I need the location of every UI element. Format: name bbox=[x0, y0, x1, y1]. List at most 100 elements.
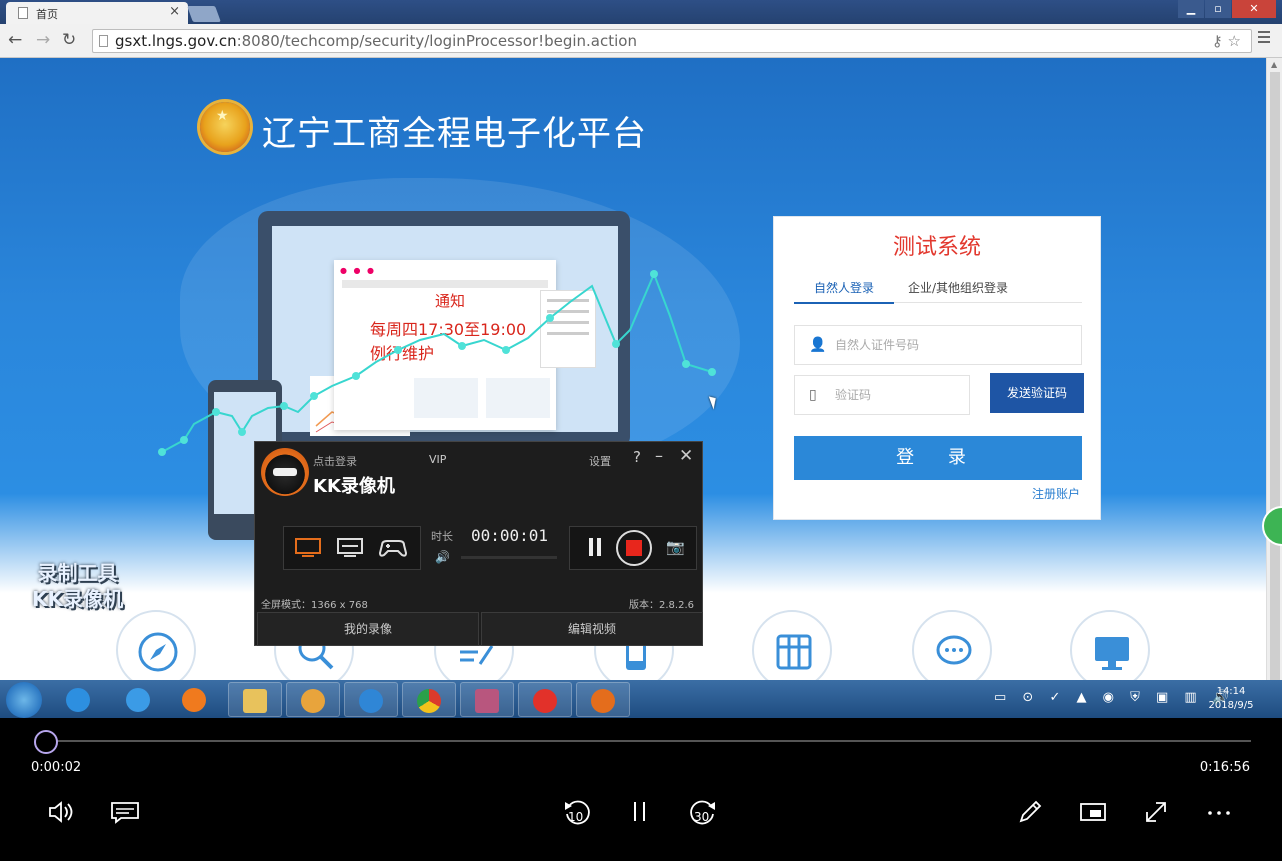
file-explorer-taskbar-icon[interactable] bbox=[228, 682, 282, 717]
start-button[interactable] bbox=[6, 682, 42, 718]
kk-mode-info: 全屏模式：1366 x 768 bbox=[261, 600, 368, 611]
site-title: 辽宁工商全程电子化平台 bbox=[262, 114, 647, 154]
verification-code-input[interactable]: ▯ 验证码 bbox=[794, 375, 970, 415]
bookmark-star-icon[interactable]: ⚷ ☆ bbox=[1212, 30, 1241, 52]
mini-view-icon[interactable] bbox=[1075, 794, 1111, 830]
more-options-icon[interactable] bbox=[1201, 794, 1237, 830]
tab-close-icon[interactable]: × bbox=[169, 4, 180, 19]
kk-login-link[interactable]: 点击登录 bbox=[313, 453, 357, 469]
register-link[interactable]: 注册账户 bbox=[1032, 485, 1080, 502]
page-scrollbar[interactable]: ▲ bbox=[1266, 58, 1282, 682]
archive-taskbar-icon[interactable] bbox=[460, 682, 514, 717]
seek-thumb[interactable] bbox=[34, 730, 58, 754]
ie-taskbar-icon[interactable] bbox=[344, 682, 398, 717]
table-service-icon[interactable] bbox=[752, 610, 832, 680]
subtitles-icon[interactable] bbox=[107, 794, 143, 830]
skip-back-label: 10 bbox=[568, 810, 584, 824]
media-player-taskbar-icon[interactable] bbox=[168, 682, 222, 717]
forward-icon[interactable]: → bbox=[36, 30, 50, 50]
verification-code-placeholder: 验证码 bbox=[835, 388, 872, 402]
chat-service-icon[interactable] bbox=[912, 610, 992, 680]
back-icon[interactable]: ← bbox=[8, 30, 22, 50]
chrome-taskbar-icon[interactable] bbox=[402, 682, 456, 717]
kk-app-name: KK录像机 bbox=[313, 476, 395, 497]
browser-toolbar: ← → ↻ gsxt.lngs.gov.cn:8080/techcomp/sec… bbox=[0, 24, 1282, 58]
skip-back-10-button[interactable]: 10 bbox=[559, 794, 595, 830]
browser-menu-icon[interactable] bbox=[1258, 31, 1270, 46]
volume-icon[interactable] bbox=[44, 794, 80, 830]
region-mode-icon[interactable] bbox=[336, 537, 364, 559]
game-mode-icon[interactable] bbox=[378, 537, 408, 559]
url-domain: gsxt.lngs.gov.cn bbox=[115, 32, 237, 50]
kk-stop-button[interactable] bbox=[616, 530, 652, 566]
clock-time: 14:14 bbox=[1216, 686, 1246, 697]
kk-timer: 00:00:01 bbox=[471, 526, 549, 545]
close-window-button[interactable]: ✕ bbox=[1232, 0, 1276, 18]
edit-pen-icon[interactable] bbox=[1012, 794, 1048, 830]
id-number-placeholder: 自然人证件号码 bbox=[835, 338, 920, 352]
fullscreen-icon[interactable] bbox=[1138, 794, 1174, 830]
kk-recorder-taskbar-icon[interactable] bbox=[576, 682, 630, 717]
kk-help-icon[interactable]: ? bbox=[633, 448, 641, 466]
compass-service-icon[interactable] bbox=[116, 610, 196, 680]
watermark-line: 录制工具 bbox=[37, 561, 118, 585]
kk-vip-link[interactable]: VIP bbox=[429, 453, 446, 466]
ie-taskbar-icon[interactable] bbox=[52, 682, 106, 717]
url-path: :8080/techcomp/security/loginProcessor!b… bbox=[236, 32, 637, 50]
app-taskbar-icon[interactable] bbox=[518, 682, 572, 717]
total-time: 0:16:56 bbox=[1199, 760, 1250, 775]
login-button[interactable]: 登 录 bbox=[794, 436, 1082, 480]
paint-taskbar-icon[interactable] bbox=[286, 682, 340, 717]
id-number-input[interactable]: 👤 自然人证件号码 bbox=[794, 325, 1082, 365]
clock-date: 2018/9/5 bbox=[1208, 700, 1254, 711]
skip-forward-label: 30 bbox=[694, 810, 710, 824]
scroll-up-icon[interactable]: ▲ bbox=[1271, 60, 1277, 69]
current-time: 0:00:02 bbox=[31, 760, 82, 775]
page-icon bbox=[18, 7, 28, 19]
taskbar-clock[interactable]: 14:14 2018/9/5 bbox=[1196, 685, 1266, 713]
kk-volume-meter bbox=[461, 556, 557, 559]
page-icon bbox=[99, 35, 108, 47]
send-code-button[interactable]: 发送验证码 bbox=[990, 373, 1084, 413]
login-panel: 测试系统 自然人登录 企业/其他组织登录 👤 自然人证件号码 ▯ 验证码 发送验… bbox=[773, 216, 1101, 520]
skip-forward-30-button[interactable]: 30 bbox=[685, 794, 721, 830]
player-controls: 0:00:02 0:16:56 10 30 bbox=[0, 718, 1282, 861]
login-title: 测试系统 bbox=[892, 235, 981, 260]
address-bar[interactable]: gsxt.lngs.gov.cn:8080/techcomp/security/… bbox=[92, 29, 1252, 53]
login-tabs: 自然人登录 企业/其他组织登录 bbox=[794, 273, 1082, 304]
video-frame[interactable]: 首页 × ▁ ▫ ✕ ← → ↻ gsxt.lngs.gov.cn:8080/t… bbox=[0, 0, 1282, 718]
kk-version: 版本：2.8.2.6 bbox=[629, 600, 694, 611]
browser-tab[interactable]: 首页 × bbox=[6, 2, 188, 24]
reload-icon[interactable]: ↻ bbox=[62, 30, 76, 50]
tab-enterprise[interactable]: 企业/其他组织登录 bbox=[908, 279, 1008, 296]
kk-my-videos-button[interactable]: 我的录像 bbox=[257, 612, 479, 646]
desktop-service-icon[interactable] bbox=[1070, 610, 1150, 680]
browser-tabbar: 首页 × ▁ ▫ ✕ bbox=[0, 0, 1282, 24]
new-tab-button[interactable] bbox=[187, 6, 221, 22]
windows-taskbar: ▭ ⊙ ✓ ▲ ◉ ⛨ ▣ ▥ 🔊 14:14 2018/9/5 bbox=[0, 680, 1282, 718]
kk-mode-selector bbox=[283, 526, 421, 570]
kk-timer-label: 时长 bbox=[431, 530, 453, 543]
tab-natural-person[interactable]: 自然人登录 bbox=[794, 279, 894, 304]
trend-line-graphic bbox=[158, 270, 716, 456]
window-controls: ▁ ▫ ✕ bbox=[1177, 0, 1276, 18]
national-emblem-logo bbox=[200, 102, 250, 152]
seek-bar[interactable] bbox=[44, 740, 1251, 742]
kk-volume-icon[interactable]: 🔊 bbox=[435, 550, 450, 564]
media-player-window: 首页 × ▁ ▫ ✕ ← → ↻ gsxt.lngs.gov.cn:8080/t… bbox=[0, 0, 1282, 861]
pause-button[interactable] bbox=[622, 794, 658, 830]
maximize-window-button[interactable]: ▫ bbox=[1205, 0, 1231, 18]
minimize-window-button[interactable]: ▁ bbox=[1178, 0, 1204, 18]
kk-minimize-icon[interactable]: – bbox=[655, 446, 663, 465]
kk-screenshot-icon[interactable]: 📷 bbox=[666, 538, 685, 556]
kk-close-icon[interactable]: ✕ bbox=[679, 446, 693, 466]
kk-edit-video-button[interactable]: 编辑视频 bbox=[481, 612, 703, 646]
scrollbar-thumb[interactable] bbox=[1270, 72, 1280, 682]
kk-recorder-window: 点击登录 VIP KK录像机 设置 ? – ✕ 时长 00:00:01 🔊 📷 … bbox=[254, 441, 703, 646]
ie-taskbar-icon[interactable] bbox=[112, 682, 166, 717]
fullscreen-mode-icon[interactable] bbox=[294, 537, 322, 559]
kk-settings-button[interactable]: 设置 bbox=[589, 453, 611, 469]
kk-pause-button[interactable] bbox=[588, 538, 602, 556]
kk-logo bbox=[261, 448, 309, 496]
recorder-watermark: 录制工具 KK录像机 bbox=[32, 560, 123, 612]
